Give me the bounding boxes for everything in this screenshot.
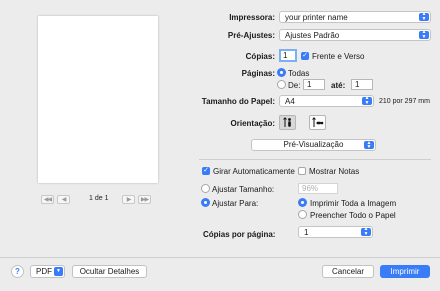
chevron-up-down-icon: ▲ ▼	[419, 30, 429, 40]
chevron-up-down-icon: ▲ ▼	[364, 141, 374, 150]
last-page-button[interactable]: ▶▶	[138, 195, 151, 204]
chevron-down-icon: ▼	[54, 267, 63, 276]
section-divider	[199, 159, 431, 160]
first-page-button[interactable]: ◀◀	[41, 195, 54, 204]
show-notes-label: Mostrar Notas	[309, 167, 360, 176]
orientation-label: Orientação:	[230, 119, 275, 128]
two-sided-label: Frente e Verso	[312, 52, 365, 61]
next-page-button[interactable]: ▶	[122, 195, 135, 204]
paper-size-label: Tamanho do Papel:	[201, 97, 275, 106]
auto-rotate-label: Girar Automaticamente	[213, 167, 295, 176]
pages-from-field[interactable]: 1	[303, 79, 325, 90]
print-entire-image-radio[interactable]	[298, 198, 307, 207]
pages-from-label: De:	[288, 81, 301, 90]
printer-select[interactable]: your printer name ▲ ▼	[279, 11, 431, 23]
double-chevron-left-icon: ◀◀	[43, 197, 52, 203]
show-notes-checkbox[interactable]	[298, 167, 306, 175]
previous-page-button[interactable]: ◀	[57, 195, 70, 204]
scale-radio[interactable]	[201, 184, 210, 193]
fit-radio[interactable]	[201, 198, 210, 207]
auto-rotate-checkbox[interactable]: ✓	[202, 167, 210, 175]
page-counter: 1 de 1	[89, 195, 109, 202]
pages-all-label: Todas	[288, 69, 310, 78]
double-chevron-right-icon: ▶▶	[140, 197, 149, 203]
pages-range-radio[interactable]	[277, 80, 286, 89]
question-mark-icon: ?	[15, 267, 20, 276]
copies-field[interactable]: 1	[279, 49, 297, 62]
footer-divider	[0, 257, 440, 258]
help-button[interactable]: ?	[11, 265, 24, 278]
chevron-right-icon: ▶	[126, 197, 132, 203]
chevron-up-down-icon: ▲ ▼	[419, 12, 429, 22]
pages-all-radio[interactable]	[277, 68, 286, 77]
two-sided-checkbox[interactable]: ✓	[301, 52, 309, 60]
orientation-landscape-button[interactable]	[309, 115, 326, 130]
chevron-up-down-icon: ▲ ▼	[361, 227, 371, 237]
portrait-orientation-icon	[282, 117, 291, 127]
copies-label: Cópias:	[245, 52, 275, 61]
landscape-orientation-icon	[311, 117, 323, 127]
presets-label: Pré-Ajustes:	[227, 31, 275, 40]
pages-to-field[interactable]: 1	[351, 79, 373, 90]
printer-label: Impressora:	[229, 13, 275, 22]
pdf-menu-button[interactable]: PDF ▼	[30, 265, 65, 278]
section-select[interactable]: Pré-Visualização ▲ ▼	[251, 139, 376, 151]
presets-select[interactable]: Ajustes Padrão ▲ ▼	[279, 29, 431, 41]
fit-label: Ajustar Para:	[212, 199, 259, 208]
orientation-portrait-button[interactable]	[279, 115, 296, 130]
fill-paper-label: Preencher Todo o Papel	[310, 211, 396, 220]
pages-label: Páginas:	[241, 69, 275, 78]
paper-size-select[interactable]: A4 ▲ ▼	[279, 95, 374, 107]
chevron-up-down-icon: ▲ ▼	[362, 96, 372, 106]
pages-to-label: até:	[331, 81, 346, 90]
copies-per-page-select[interactable]: 1 ▲ ▼	[298, 226, 373, 238]
scale-label: Ajustar Tamanho:	[212, 185, 275, 194]
scale-field[interactable]: 96%	[298, 183, 338, 194]
print-entire-image-label: Imprimir Toda a Imagem	[310, 199, 397, 208]
print-preview-page	[38, 16, 158, 183]
chevron-left-icon: ◀	[61, 197, 67, 203]
paper-dimensions: 210 por 297 mm	[379, 98, 430, 105]
fill-paper-radio[interactable]	[298, 210, 307, 219]
print-button[interactable]: Imprimir	[380, 265, 430, 278]
cancel-button[interactable]: Cancelar	[322, 265, 374, 278]
copies-per-page-label: Cópias por página:	[203, 230, 276, 239]
hide-details-button[interactable]: Ocultar Detalhes	[72, 265, 147, 278]
